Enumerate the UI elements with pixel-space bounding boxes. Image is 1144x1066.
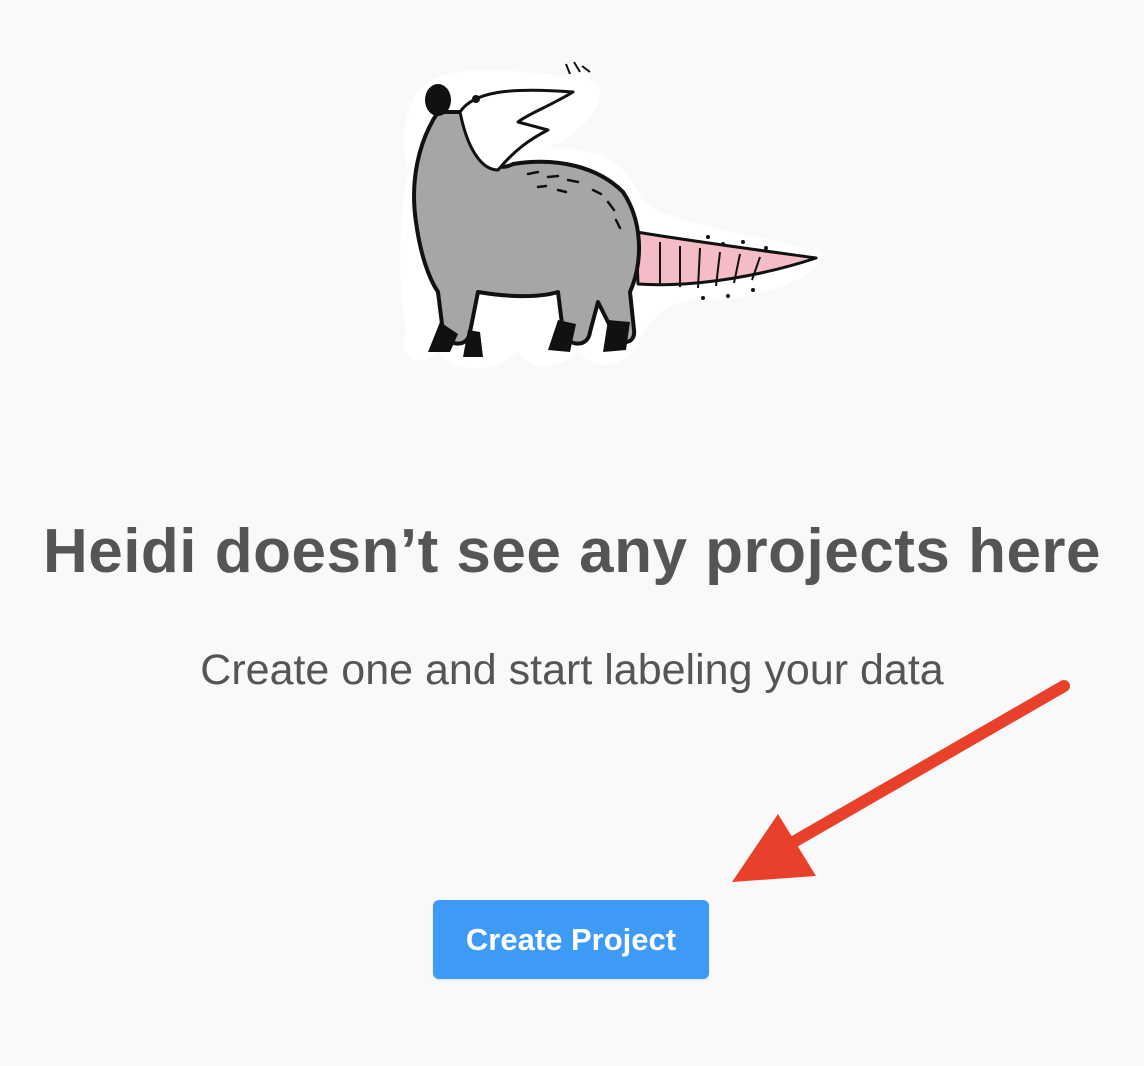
create-project-button[interactable]: Create Project [433, 900, 709, 979]
opossum-illustration [398, 52, 830, 378]
page-subtitle: Create one and start labeling your data [200, 646, 944, 694]
page-title: Heidi doesn’t see any projects here [42, 517, 1102, 586]
red-arrow-icon [720, 672, 1080, 896]
